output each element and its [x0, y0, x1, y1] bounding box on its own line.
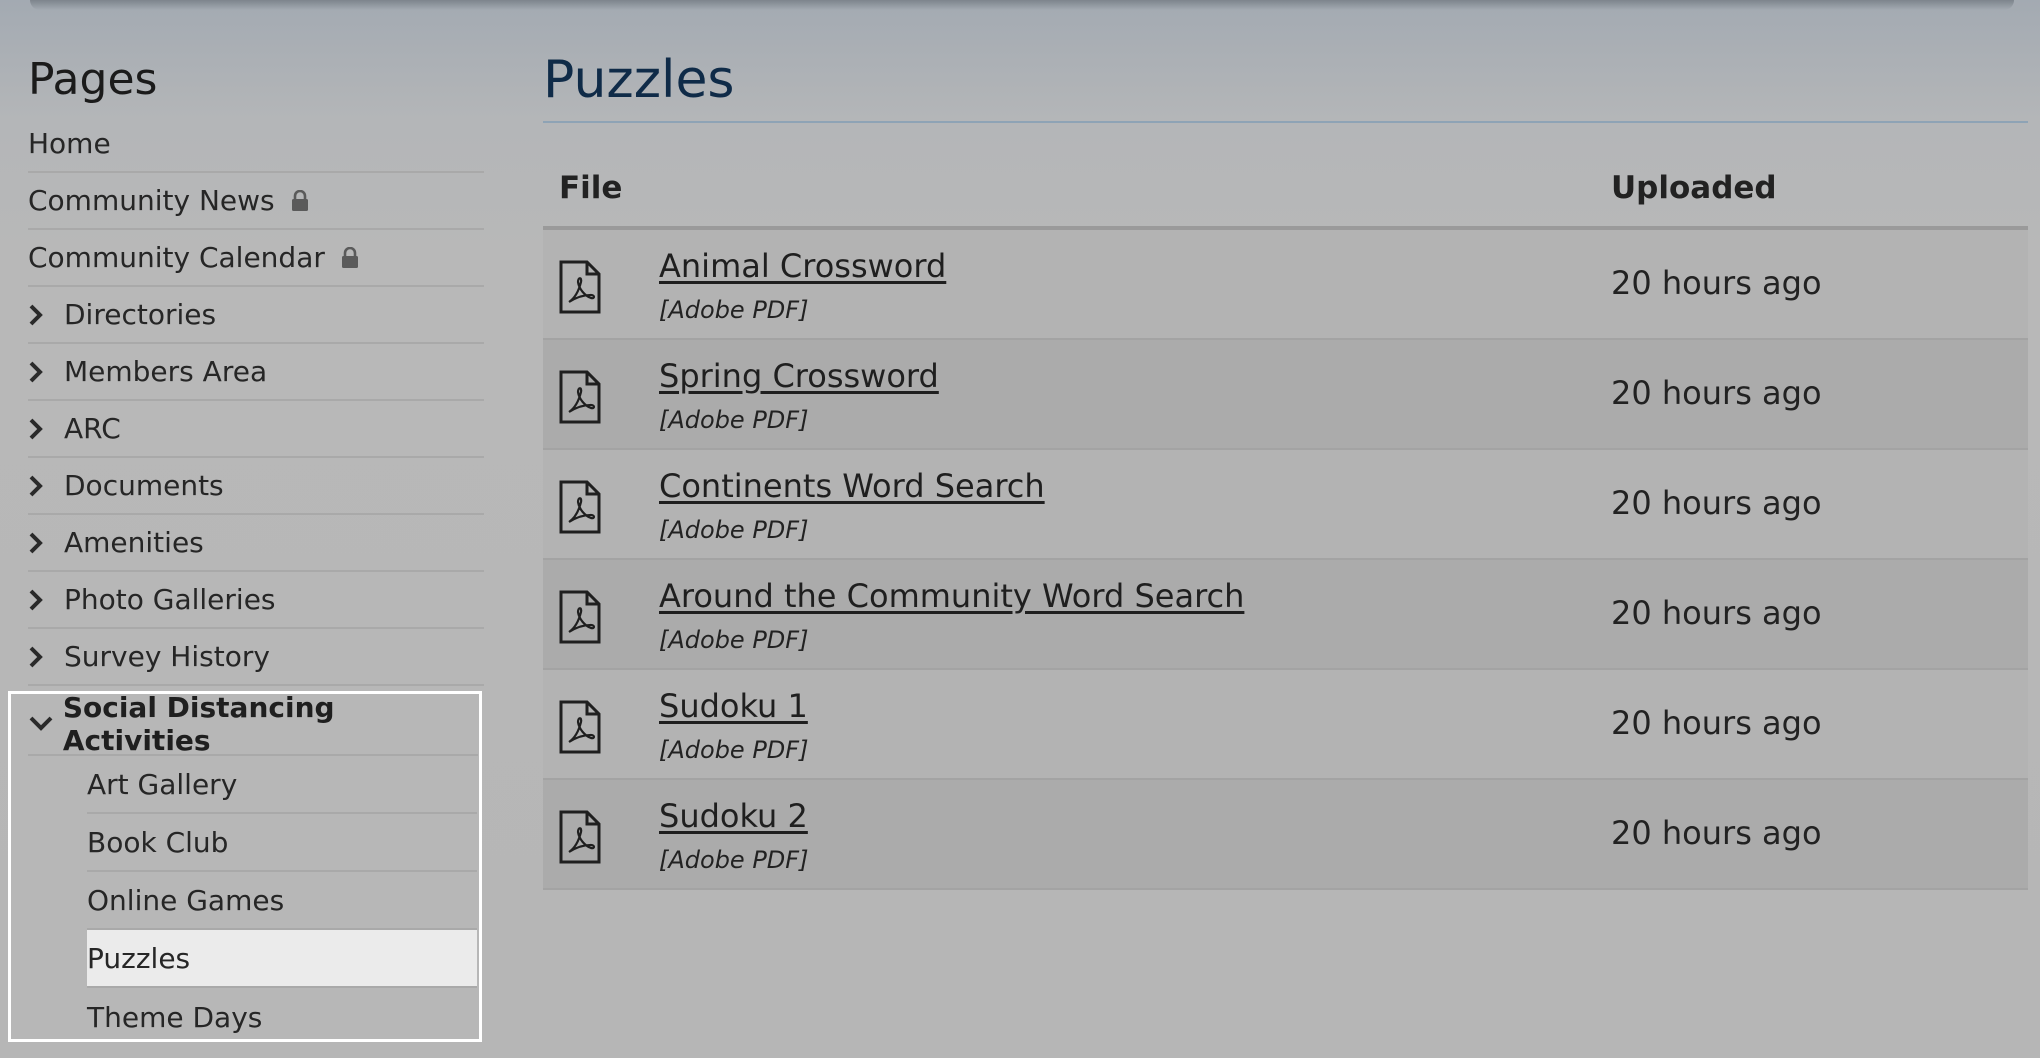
file-link[interactable]: Spring Crossword: [659, 357, 939, 395]
file-type: [Adobe PDF]: [659, 736, 809, 764]
file-type: [Adobe PDF]: [659, 406, 809, 434]
chevron-right-icon[interactable]: [28, 303, 64, 327]
sidebar-item-label: Directories: [64, 298, 217, 331]
sidebar: Pages Home Community News Community Cale…: [0, 0, 490, 1058]
sidebar-item-documents[interactable]: Documents: [28, 458, 484, 515]
file-table: File Uploaded Animal Crossword [Adobe PD…: [543, 150, 2028, 890]
sidebar-item-home[interactable]: Home: [28, 116, 484, 173]
lock-icon: [291, 189, 309, 212]
table-row: Spring Crossword [Adobe PDF] 20 hours ag…: [543, 340, 2028, 450]
uploaded-time: 20 hours ago: [1611, 264, 1822, 302]
table-row: Sudoku 2 [Adobe PDF] 20 hours ago: [543, 780, 2028, 890]
uploaded-time: 20 hours ago: [1611, 814, 1822, 852]
sidebar-item-amenities[interactable]: Amenities: [28, 515, 484, 572]
file-link[interactable]: Animal Crossword: [659, 247, 946, 285]
column-header-file: File: [559, 170, 623, 206]
sidebar-item-community-calendar[interactable]: Community Calendar: [28, 230, 484, 287]
table-row: Animal Crossword [Adobe PDF] 20 hours ag…: [543, 230, 2028, 340]
sidebar-item-label: Amenities: [64, 526, 204, 559]
file-link[interactable]: Around the Community Word Search: [659, 577, 1244, 615]
pdf-file-icon[interactable]: [557, 480, 603, 538]
chevron-down-icon[interactable]: [28, 715, 63, 733]
lock-icon: [341, 246, 359, 269]
chevron-right-icon[interactable]: [28, 645, 64, 669]
sub-page-list: Art Gallery Book Club Online Games Puzzl…: [87, 756, 477, 1046]
sidebar-item-directories[interactable]: Directories: [28, 287, 484, 344]
table-row: Continents Word Search [Adobe PDF] 20 ho…: [543, 450, 2028, 560]
table-header: File Uploaded: [543, 150, 2028, 230]
expanded-section-social-distancing: Social Distancing Activities Art Gallery…: [8, 691, 482, 1042]
sidebar-item-members-area[interactable]: Members Area: [28, 344, 484, 401]
chevron-right-icon[interactable]: [28, 417, 64, 441]
file-type: [Adobe PDF]: [659, 626, 809, 654]
pdf-file-icon[interactable]: [557, 370, 603, 428]
table-body: Animal Crossword [Adobe PDF] 20 hours ag…: [543, 230, 2028, 890]
sidebar-item-label: Documents: [64, 469, 224, 502]
sidebar-item-survey-history[interactable]: Survey History: [28, 629, 484, 686]
pdf-file-icon[interactable]: [557, 590, 603, 648]
sidebar-item-label: Home: [28, 127, 111, 160]
pdf-file-icon[interactable]: [557, 700, 603, 758]
sidebar-item-photo-galleries[interactable]: Photo Galleries: [28, 572, 484, 629]
page-title: Puzzles: [543, 50, 2028, 123]
sidebar-subitem-theme-days[interactable]: Theme Days: [87, 988, 477, 1046]
pdf-file-icon[interactable]: [557, 260, 603, 318]
sidebar-item-arc[interactable]: ARC: [28, 401, 484, 458]
chevron-right-icon[interactable]: [28, 588, 64, 612]
file-link[interactable]: Sudoku 2: [659, 797, 808, 835]
sidebar-subitem-online-games[interactable]: Online Games: [87, 872, 477, 930]
sidebar-item-social-distancing-activities[interactable]: Social Distancing Activities: [28, 691, 478, 757]
sidebar-item-label: Members Area: [64, 355, 268, 388]
pdf-file-icon[interactable]: [557, 810, 603, 868]
sidebar-item-community-news[interactable]: Community News: [28, 173, 484, 230]
uploaded-time: 20 hours ago: [1611, 594, 1822, 632]
column-header-uploaded: Uploaded: [1611, 170, 1777, 206]
file-type: [Adobe PDF]: [659, 516, 809, 544]
uploaded-time: 20 hours ago: [1611, 484, 1822, 522]
sidebar-subitem-book-club[interactable]: Book Club: [87, 814, 477, 872]
sidebar-title: Pages: [28, 54, 158, 105]
sidebar-item-label: Social Distancing Activities: [62, 691, 335, 757]
page-nav-list: Home Community News Community Calendar D…: [28, 116, 484, 686]
sidebar-item-label: Photo Galleries: [64, 583, 276, 616]
sidebar-item-label: Survey History: [64, 640, 270, 673]
uploaded-time: 20 hours ago: [1611, 704, 1822, 742]
table-row: Around the Community Word Search [Adobe …: [543, 560, 2028, 670]
table-row: Sudoku 1 [Adobe PDF] 20 hours ago: [543, 670, 2028, 780]
sidebar-subitem-puzzles[interactable]: Puzzles: [87, 930, 477, 988]
file-link[interactable]: Continents Word Search: [659, 467, 1045, 505]
sidebar-item-label: ARC: [64, 412, 121, 445]
file-type: [Adobe PDF]: [659, 296, 809, 324]
chevron-right-icon[interactable]: [28, 474, 64, 498]
file-type: [Adobe PDF]: [659, 846, 809, 874]
sidebar-item-label: Community News: [28, 184, 275, 217]
chevron-right-icon[interactable]: [28, 531, 64, 555]
sidebar-item-label: Community Calendar: [28, 241, 325, 274]
sidebar-subitem-art-gallery[interactable]: Art Gallery: [87, 756, 477, 814]
file-link[interactable]: Sudoku 1: [659, 687, 808, 725]
uploaded-time: 20 hours ago: [1611, 374, 1822, 412]
chevron-right-icon[interactable]: [28, 360, 64, 384]
